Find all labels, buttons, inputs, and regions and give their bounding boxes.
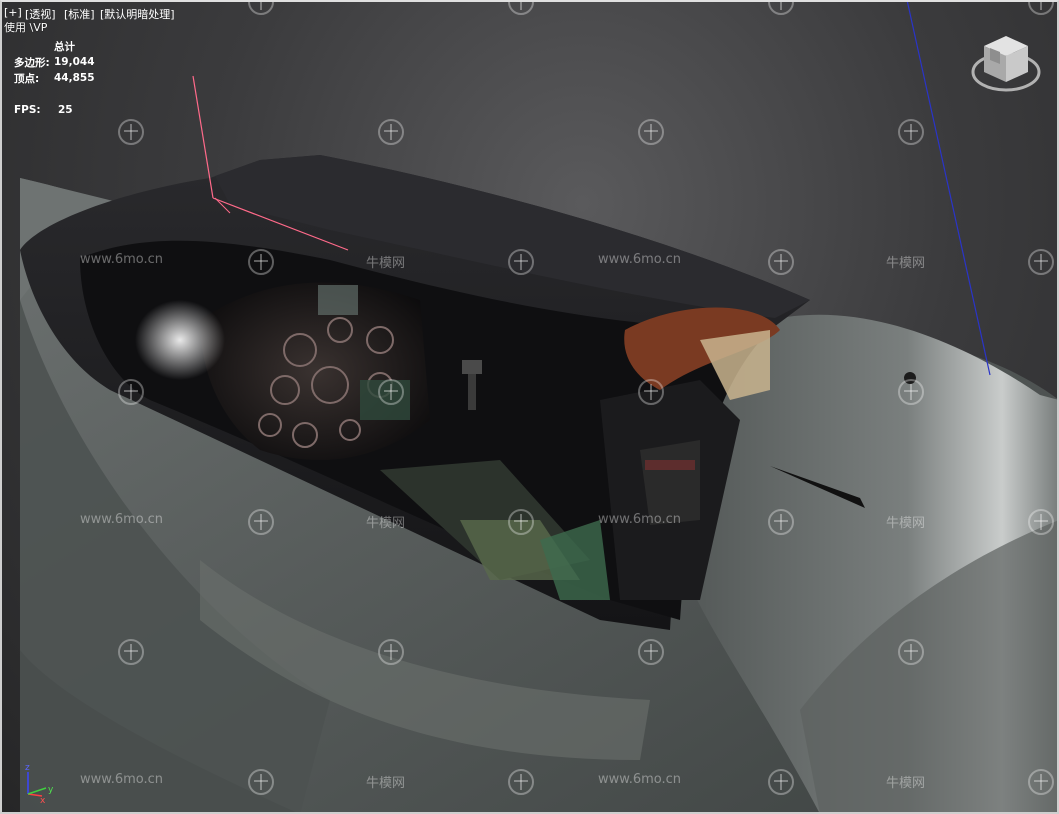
- vertices-value: 44,855: [54, 72, 95, 84]
- watermark-logo-icon: [768, 249, 794, 275]
- stats-header: 总计: [54, 40, 75, 53]
- 3d-viewport[interactable]: [+] [透视] [标准] [默认明暗处理] 使用 \VP 总计 多边形: 19,…: [0, 0, 1059, 814]
- fps-value: 25: [58, 104, 73, 116]
- renderer-label: 使用 \VP: [4, 21, 48, 34]
- viewport-statistics: 总计 多边形: 19,044 顶点: 44,855 FPS: 25: [14, 38, 95, 118]
- watermark-brand-text: 牛模网: [886, 776, 926, 791]
- watermark-site-text: www.6mo.cn: [598, 772, 682, 787]
- watermark-logo-icon: [1028, 769, 1054, 795]
- watermark-brand-text: 牛模网: [366, 256, 406, 271]
- watermark-logo-icon: [508, 249, 534, 275]
- watermark-logo-icon: [248, 249, 274, 275]
- watermark-brand-text: 牛模网: [886, 256, 926, 271]
- watermark-logo-icon: [638, 119, 664, 145]
- polygons-value: 19,044: [54, 56, 95, 68]
- axis-y-label: y: [48, 785, 54, 795]
- watermark-logo-icon: [768, 509, 794, 535]
- watermark-site-text: www.6mo.cn: [598, 512, 682, 527]
- watermark-logo-icon: [248, 769, 274, 795]
- viewcube-icon[interactable]: [970, 30, 1042, 96]
- vertices-label: 顶点:: [14, 72, 40, 85]
- watermark-logo-icon: [378, 379, 404, 405]
- viewport-menu-standard[interactable]: [标准]: [64, 6, 95, 22]
- watermark-site-text: www.6mo.cn: [80, 772, 164, 787]
- watermark-logo-icon: [898, 379, 924, 405]
- watermark-logo-icon: [898, 119, 924, 145]
- watermark-brand-text: 牛模网: [366, 516, 406, 531]
- watermark-site-text: www.6mo.cn: [80, 252, 164, 267]
- axis-x-label: x: [40, 796, 46, 804]
- watermark-logo-icon: [1028, 249, 1054, 275]
- aircraft-cockpit-render[interactable]: [0, 0, 1059, 814]
- watermark-logo-icon: [378, 119, 404, 145]
- watermark-logo-icon: [638, 639, 664, 665]
- watermark-logo-icon: [378, 639, 404, 665]
- watermark-brand-text: 牛模网: [366, 776, 406, 791]
- watermark-logo-icon: [898, 639, 924, 665]
- fps-label: FPS:: [14, 104, 41, 116]
- polygons-label: 多边形:: [14, 56, 50, 69]
- watermark-logo-icon: [118, 639, 144, 665]
- viewport-menu-shading[interactable]: [默认明暗处理]: [100, 6, 175, 22]
- watermark-logo-icon: [508, 769, 534, 795]
- viewport-menu-perspective[interactable]: [透视]: [25, 6, 56, 22]
- watermark-logo-icon: [118, 119, 144, 145]
- watermark-logo-icon: [248, 509, 274, 535]
- axis-tripod-icon: z x y: [25, 763, 54, 804]
- watermark-logo-icon: [1028, 509, 1054, 535]
- axis-z-label: z: [25, 763, 30, 773]
- watermark-logo-icon: [638, 379, 664, 405]
- watermark-site-text: www.6mo.cn: [80, 512, 164, 527]
- watermark-logo-icon: [508, 509, 534, 535]
- watermark-logo-icon: [768, 769, 794, 795]
- watermark-brand-text: 牛模网: [886, 516, 926, 531]
- viewport-menu-plus[interactable]: [+]: [4, 6, 22, 19]
- watermark-site-text: www.6mo.cn: [598, 252, 682, 267]
- watermark-logo-icon: [118, 379, 144, 405]
